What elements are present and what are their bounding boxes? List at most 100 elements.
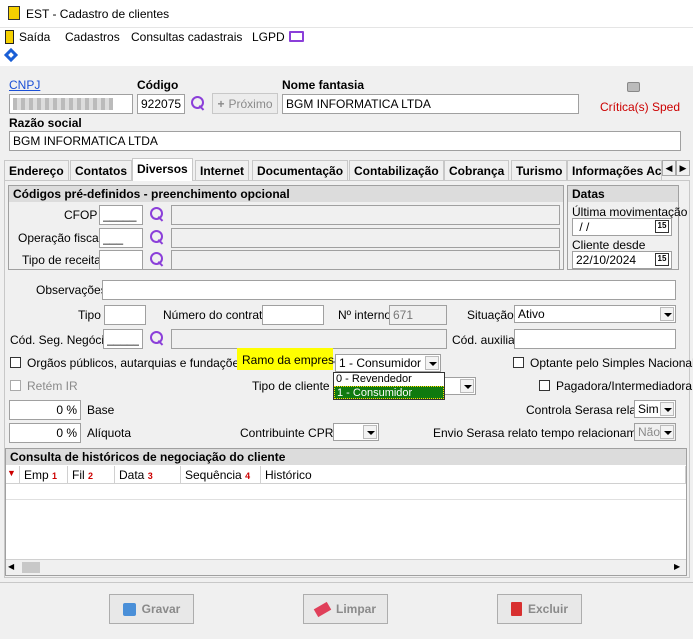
scroll-thumb[interactable] <box>22 562 40 573</box>
observacoes-field[interactable] <box>102 280 676 300</box>
col-emp-num: 1 <box>52 471 58 481</box>
chevron-down-icon <box>660 307 674 321</box>
tipo-cliente-dropdown[interactable] <box>442 377 476 395</box>
col-fil[interactable]: Fil 2 <box>68 466 115 484</box>
eraser-icon <box>313 601 332 617</box>
diamond-icon[interactable] <box>3 47 19 63</box>
gravar-button[interactable]: Gravar <box>109 594 194 624</box>
seg-negocio-field[interactable] <box>103 329 143 349</box>
retem-ir-label: Retém IR <box>27 379 78 393</box>
divider <box>0 582 693 583</box>
printer-icon[interactable] <box>627 82 640 92</box>
tab-diversos[interactable]: Diversos <box>132 158 193 181</box>
toolbar <box>0 47 693 66</box>
excluir-label: Excluir <box>527 602 569 616</box>
tab-endereco[interactable]: Endereço <box>4 160 69 180</box>
tab-internet[interactable]: Internet <box>195 160 250 180</box>
codigo-label: Código <box>137 78 179 92</box>
menu-cadastros[interactable]: Cadastros <box>63 29 122 45</box>
orgaos-checkbox[interactable] <box>10 357 21 368</box>
situacao-dropdown[interactable]: Ativo <box>514 305 676 323</box>
historico-title: Consulta de históricos de negociação do … <box>6 449 686 465</box>
ramo-option-revendedor[interactable]: 0 - Revendedor <box>334 373 444 386</box>
menu-consultas[interactable]: Consultas cadastrais <box>129 29 244 45</box>
optante-label: Optante pelo Simples Nacional <box>530 356 693 370</box>
datas-group-title: Datas <box>568 186 678 202</box>
cod-auxiliar-field[interactable] <box>514 329 676 349</box>
chevron-down-icon <box>460 379 474 393</box>
tab-cobranca[interactable]: Cobrança <box>444 160 510 180</box>
receita-search-icon[interactable] <box>150 252 164 266</box>
aliquota-label: Alíquota <box>87 426 132 440</box>
nome-fantasia-label: Nome fantasia <box>282 78 365 92</box>
scroll-right-icon[interactable]: ▶ <box>674 562 680 571</box>
base-field[interactable] <box>9 400 81 420</box>
tipo-label: Tipo <box>78 308 101 322</box>
horizontal-scrollbar[interactable]: ◀ ▶ <box>6 559 686 575</box>
cprb-dropdown[interactable] <box>333 423 379 441</box>
historico-header-row: ▼ Emp 1 Fil 2 Data 3 Sequência 4 Históri… <box>6 466 686 484</box>
sort-desc-icon[interactable]: ▼ <box>6 466 20 484</box>
cliente-desde-label: Cliente desde <box>572 238 646 252</box>
app-icon <box>8 6 20 20</box>
tab-contatos[interactable]: Contatos <box>70 160 132 180</box>
cnpj-label[interactable]: CNPJ <box>9 78 40 92</box>
contrato-field[interactable] <box>262 305 324 325</box>
optante-checkbox[interactable] <box>513 357 524 368</box>
cfop-field[interactable] <box>99 205 143 225</box>
ramo-dropdown[interactable]: 1 - Consumidor <box>335 354 441 372</box>
retem-ir-checkbox[interactable] <box>10 380 21 391</box>
tab-documentacao[interactable]: Documentação <box>252 160 349 180</box>
operacao-description <box>171 228 560 248</box>
codigo-field[interactable] <box>137 94 185 114</box>
observacoes-label: Observações <box>36 283 107 297</box>
monitor-icon[interactable] <box>289 31 304 42</box>
search-icon[interactable] <box>191 96 205 110</box>
col-data[interactable]: Data 3 <box>115 466 181 484</box>
aliquota-field[interactable] <box>9 423 81 443</box>
tab-scroll-left-icon[interactable]: ◀ <box>662 160 676 176</box>
serasa-value: Sim <box>638 402 659 416</box>
cliente-calendar-icon[interactable]: 15 <box>655 253 669 266</box>
envio-dropdown[interactable]: Não <box>634 423 676 441</box>
col-sequencia[interactable]: Sequência 4 <box>181 466 261 484</box>
col-historico[interactable]: Histórico <box>261 466 686 484</box>
pagadora-label: Pagadora/Intermediadora <box>556 379 693 393</box>
col-emp[interactable]: Emp 1 <box>20 466 68 484</box>
cfop-description <box>171 205 560 225</box>
tab-informacoes[interactable]: Informações Ac <box>567 160 662 180</box>
window-title: EST - Cadastro de clientes <box>26 7 170 21</box>
interno-label: Nº interno <box>338 308 392 322</box>
tipo-field[interactable] <box>104 305 146 325</box>
tab-bar: Endereço Contatos Diversos Internet Docu… <box>4 158 690 181</box>
ultima-calendar-icon[interactable]: 15 <box>655 220 669 233</box>
tab-contabilizacao[interactable]: Contabilização <box>349 160 444 180</box>
col-data-num: 3 <box>147 471 153 481</box>
serasa-dropdown[interactable]: Sim <box>634 400 676 418</box>
tab-scroll-right-icon[interactable]: ▶ <box>676 160 690 176</box>
tab-turismo[interactable]: Turismo <box>511 160 568 180</box>
scroll-left-icon[interactable]: ◀ <box>8 562 14 571</box>
operacao-field[interactable] <box>99 228 143 248</box>
operacao-search-icon[interactable] <box>150 230 164 244</box>
nome-fantasia-field[interactable] <box>282 94 579 114</box>
pagadora-checkbox[interactable] <box>539 380 550 391</box>
contrato-label: Número do contrato <box>163 308 270 322</box>
ramo-option-consumidor[interactable]: 1 - Consumidor <box>334 386 444 399</box>
receita-field[interactable] <box>99 250 143 270</box>
chevron-down-icon <box>660 402 674 416</box>
proximo-button[interactable]: + Próximo <box>212 93 278 114</box>
cnpj-field[interactable] <box>9 94 133 114</box>
serasa-label: Controla Serasa relato <box>526 403 647 417</box>
menu-bar: Saída Cadastros Consultas cadastrais LGP… <box>0 28 693 48</box>
excluir-button[interactable]: Excluir <box>497 594 582 624</box>
critica-sped-link[interactable]: Crítica(s) Sped <box>600 100 680 114</box>
limpar-button[interactable]: Limpar <box>303 594 388 624</box>
menu-lgpd[interactable]: LGPD <box>250 29 287 45</box>
col-sequencia-label: Sequência <box>185 468 242 482</box>
cfop-search-icon[interactable] <box>150 207 164 221</box>
ramo-value: 1 - Consumidor <box>339 356 422 370</box>
razao-social-field[interactable] <box>9 131 681 151</box>
menu-saida[interactable]: Saída <box>17 29 52 45</box>
seg-negocio-search-icon[interactable] <box>150 331 164 345</box>
